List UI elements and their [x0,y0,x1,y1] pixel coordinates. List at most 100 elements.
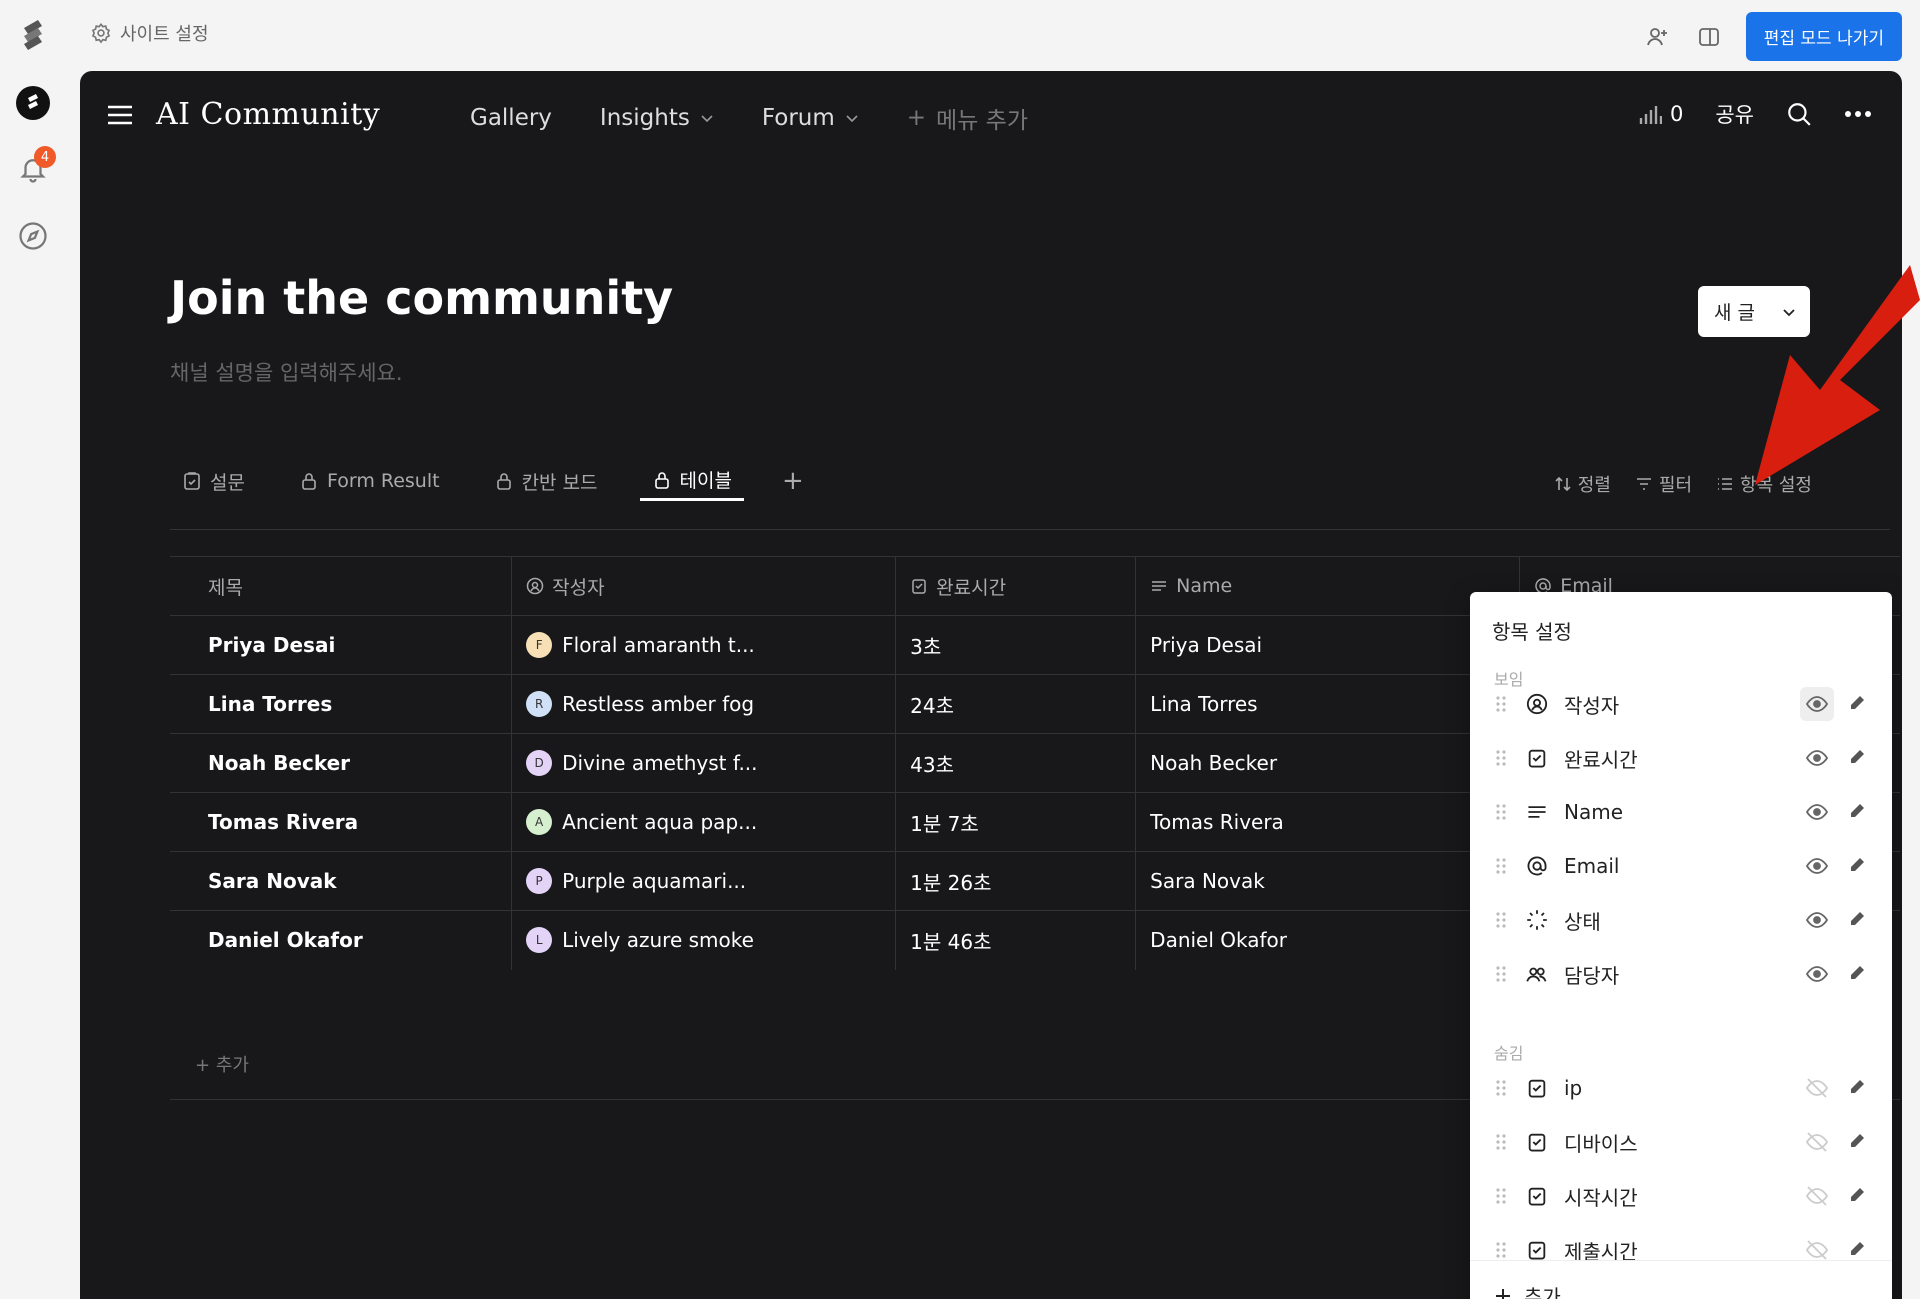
edit-pencil-icon[interactable] [1848,856,1868,876]
cell-title[interactable]: Daniel Okafor [170,910,513,970]
text-lines-icon [1524,799,1550,825]
tab-label: 테이블 [679,470,732,492]
cell-completion-time[interactable]: 43초 [895,733,1137,793]
cell-name[interactable]: Sara Novak [1135,851,1521,911]
eye-off-icon[interactable] [1800,1071,1834,1105]
cell-name[interactable]: Lina Torres [1135,674,1521,734]
tab-kanban[interactable]: 칸반 보드 [482,461,610,501]
edit-pencil-icon[interactable] [1848,1240,1868,1260]
edit-pencil-icon[interactable] [1848,748,1868,768]
list-icon [1718,478,1733,490]
cell-author[interactable]: L Lively azure smoke [511,910,897,970]
clipboard-check-icon [1524,745,1550,771]
field-row[interactable]: 시작시간 [1470,1170,1892,1222]
drag-handle-icon[interactable] [1494,855,1508,877]
cell-completion-time[interactable]: 3초 [895,615,1137,675]
exit-edit-mode-button[interactable]: 편집 모드 나가기 [1745,12,1902,61]
edit-pencil-icon[interactable] [1848,802,1868,822]
field-row[interactable]: 디바이스 [1470,1116,1892,1168]
drag-handle-icon[interactable] [1494,1077,1508,1099]
drag-handle-icon[interactable] [1494,963,1508,985]
cell-title[interactable]: Priya Desai [170,615,513,675]
field-row[interactable]: 완료시간 [1470,732,1892,784]
cell-name[interactable]: Daniel Okafor [1135,910,1521,970]
site-brand[interactable]: AI Community [156,97,380,132]
cell-author[interactable]: R Restless amber fog [511,674,897,734]
cell-author[interactable]: A Ancient aqua pap... [511,792,897,852]
drag-handle-icon[interactable] [1494,1239,1508,1261]
eye-icon[interactable] [1800,795,1834,829]
cell-name[interactable]: Priya Desai [1135,615,1521,675]
page-subtitle[interactable]: 채널 설명을 입력해주세요. [170,357,403,387]
cell-author[interactable]: D Divine amethyst f... [511,733,897,793]
add-tab-button[interactable]: + [774,461,812,501]
cell-name[interactable]: Noah Becker [1135,733,1521,793]
column-header-title[interactable]: 제목 [170,556,513,616]
field-row[interactable]: 작성자 [1470,678,1892,730]
cell-title[interactable]: Lina Torres [170,674,513,734]
add-menu-button[interactable]: + 메뉴 추가 [907,101,1028,135]
column-header-name[interactable]: Name [1135,556,1521,616]
edit-pencil-icon[interactable] [1848,1132,1868,1152]
more-options-icon[interactable] [1844,110,1872,118]
invite-user-icon[interactable] [1642,22,1672,52]
drag-handle-icon[interactable] [1494,693,1508,715]
field-row[interactable]: Email [1470,840,1892,892]
drag-handle-icon[interactable] [1494,747,1508,769]
drag-handle-icon[interactable] [1494,1131,1508,1153]
field-row[interactable]: 담당자 [1470,948,1892,1000]
cell-author[interactable]: F Floral amaranth t... [511,615,897,675]
search-icon[interactable] [1786,101,1812,127]
split-view-icon[interactable] [1694,22,1724,52]
cell-completion-time[interactable]: 1분 46초 [895,910,1137,970]
view-tabs: 설문 Form Result 칸반 보드 테이블 + [170,461,812,501]
stats-button[interactable]: 0 [1638,102,1683,126]
nav-item-forum[interactable]: Forum [762,101,859,135]
edit-pencil-icon[interactable] [1848,910,1868,930]
tab-form-result[interactable]: Form Result [287,461,452,501]
site-settings-link[interactable]: 사이트 설정 [90,20,209,46]
hamburger-menu-icon[interactable] [108,105,132,125]
column-header-completion-time[interactable]: 완료시간 [895,556,1137,616]
brand-logo-icon[interactable] [20,18,46,52]
column-header-author[interactable]: 작성자 [511,556,897,616]
eye-off-icon[interactable] [1800,1179,1834,1213]
share-button[interactable]: 공유 [1715,99,1754,129]
drag-handle-icon[interactable] [1494,1185,1508,1207]
edit-pencil-icon[interactable] [1848,1186,1868,1206]
eye-icon[interactable] [1800,687,1834,721]
cell-title[interactable]: Sara Novak [170,851,513,911]
cell-name[interactable]: Tomas Rivera [1135,792,1521,852]
avatar-icon[interactable] [16,86,50,120]
author-name: Ancient aqua pap... [562,810,758,834]
drag-handle-icon[interactable] [1494,801,1508,823]
cell-title[interactable]: Tomas Rivera [170,792,513,852]
field-row[interactable]: 상태 [1470,894,1892,946]
add-field-button[interactable]: 추가 [1470,1260,1892,1299]
drag-handle-icon[interactable] [1494,909,1508,931]
eye-icon[interactable] [1800,957,1834,991]
edit-pencil-icon[interactable] [1848,964,1868,984]
add-row-button[interactable]: + 추가 [195,1051,249,1077]
avatar: F [526,632,553,658]
cell-completion-time[interactable]: 1분 26초 [895,851,1137,911]
cell-author[interactable]: P Purple aquamari... [511,851,897,911]
compass-icon[interactable] [16,219,50,253]
eye-icon[interactable] [1800,741,1834,775]
eye-off-icon[interactable] [1800,1125,1834,1159]
filter-button[interactable]: 필터 [1635,471,1692,497]
field-row[interactable]: ip [1470,1062,1892,1114]
nav-item-gallery[interactable]: Gallery [470,101,552,135]
nav-item-insights[interactable]: Insights [600,101,714,135]
edit-pencil-icon[interactable] [1848,1078,1868,1098]
eye-icon[interactable] [1800,849,1834,883]
tab-survey[interactable]: 설문 [170,461,257,501]
cell-title[interactable]: Noah Becker [170,733,513,793]
eye-icon[interactable] [1800,903,1834,937]
field-row[interactable]: Name [1470,786,1892,838]
sort-button[interactable]: 정렬 [1554,471,1611,497]
edit-pencil-icon[interactable] [1848,694,1868,714]
cell-completion-time[interactable]: 1분 7초 [895,792,1137,852]
cell-completion-time[interactable]: 24초 [895,674,1137,734]
tab-table[interactable]: 테이블 [639,461,744,501]
